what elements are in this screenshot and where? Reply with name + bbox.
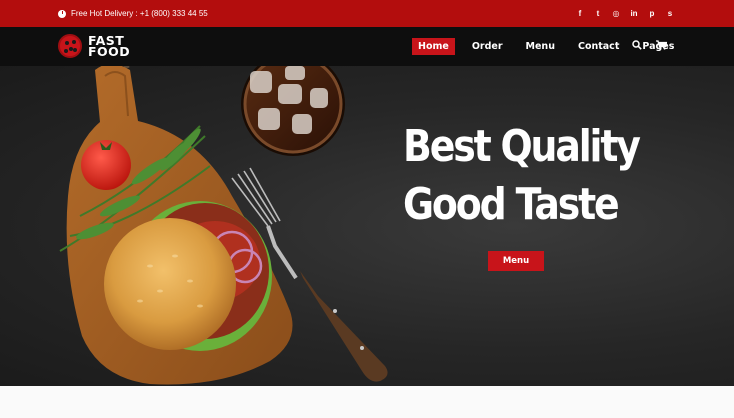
nav-item-contact[interactable]: Contact bbox=[572, 38, 625, 55]
nav-icons bbox=[632, 40, 667, 50]
facebook-icon[interactable]: f bbox=[576, 9, 584, 18]
linkedin-icon[interactable]: in bbox=[630, 9, 638, 18]
top-bar: Free Hot Delivery : +1 (800) 333 44 55 f… bbox=[0, 0, 734, 27]
cart-icon[interactable] bbox=[656, 40, 667, 50]
hero-menu-button[interactable]: Menu bbox=[488, 251, 544, 271]
hero-title-line-2: Good Taste bbox=[403, 179, 620, 230]
main-navbar: FAST FOOD Home Order Menu Contact Pages bbox=[0, 27, 734, 66]
delivery-info: Free Hot Delivery : +1 (800) 333 44 55 bbox=[58, 9, 208, 18]
delivery-text: Free Hot Delivery : +1 (800) 333 44 55 bbox=[71, 9, 208, 18]
twitter-icon[interactable]: t bbox=[594, 9, 602, 18]
clock-icon bbox=[58, 9, 66, 18]
search-icon[interactable] bbox=[632, 40, 642, 50]
nav-item-home[interactable]: Home bbox=[412, 38, 455, 55]
skype-icon[interactable]: s bbox=[666, 9, 674, 18]
site-logo[interactable]: FAST FOOD bbox=[58, 34, 130, 58]
social-links: f t ◎ in p s bbox=[576, 9, 674, 18]
hero-headline: Best Quality Good Taste bbox=[403, 118, 641, 234]
nav-item-order[interactable]: Order bbox=[466, 38, 509, 55]
pinterest-icon[interactable]: p bbox=[648, 9, 656, 18]
page-bottom-strip bbox=[0, 386, 734, 418]
nav-item-menu[interactable]: Menu bbox=[520, 38, 561, 55]
logo-wordmark: FAST FOOD bbox=[88, 33, 131, 59]
instagram-icon[interactable]: ◎ bbox=[612, 9, 620, 18]
hero-title-line-1: Best Quality bbox=[403, 121, 641, 172]
hero-banner: Best Quality Good Taste Menu bbox=[0, 66, 734, 386]
pizza-logo-icon bbox=[58, 34, 82, 58]
